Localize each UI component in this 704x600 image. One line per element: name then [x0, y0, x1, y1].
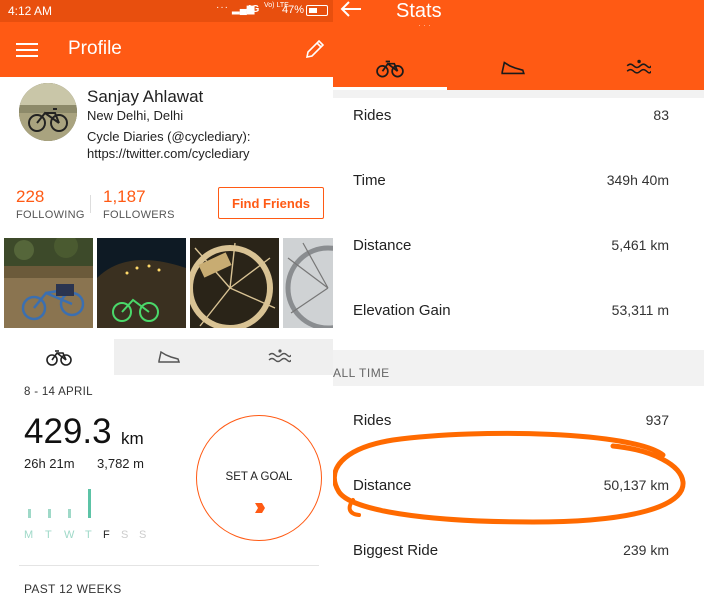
stat-label: Rides [353, 412, 392, 429]
stat-row: Time 349h 40m [333, 150, 704, 215]
past-weeks-heading[interactable]: PAST 12 WEEKS [24, 582, 122, 596]
battery-percent: 47% [282, 4, 305, 16]
back-arrow-icon[interactable] [337, 0, 363, 22]
tab-swim[interactable] [224, 339, 333, 375]
following-label[interactable]: FOLLOWING [16, 209, 85, 221]
stat-row: Rides 83 [333, 85, 704, 150]
athlete-header: Sanjay Ahlawat New Delhi, Delhi Cycle Di… [0, 77, 333, 177]
tab-ride[interactable] [333, 49, 447, 87]
tab-ride[interactable] [4, 339, 114, 375]
week-elevation: 3,782 m [97, 456, 144, 471]
swim-icon [626, 59, 651, 74]
status-bar: 4:12 AM ··· ▂▄▆ 4G Vo) LTE 47% [0, 0, 333, 22]
menu-icon[interactable] [16, 43, 38, 57]
day-bar [88, 489, 91, 518]
athlete-location: New Delhi, Delhi [87, 108, 184, 123]
stat-label: Distance [353, 477, 412, 494]
week-moving-time: 26h 21m [24, 456, 75, 471]
stat-row: Rides 937 [333, 390, 704, 455]
stat-value: 83 [653, 107, 669, 123]
set-goal-label[interactable]: SET A GOAL [196, 471, 322, 483]
activity-type-tabs [4, 339, 333, 375]
day-bar [68, 509, 71, 518]
week-range: 8 - 14 APRIL [24, 386, 93, 398]
following-count[interactable]: 228 [16, 187, 44, 207]
stats-screen: Stats ··· Rides 83 Time 349h 40m Distanc… [333, 0, 704, 600]
edit-pencil-icon[interactable] [303, 37, 327, 61]
photo-thumbnail[interactable] [190, 238, 279, 328]
stat-label: Rides [353, 107, 392, 124]
week-distance-unit: km [121, 429, 144, 448]
photo-thumbnail[interactable] [283, 238, 333, 328]
bike-icon [46, 350, 72, 366]
photo-strip [0, 238, 333, 330]
athlete-bio: Cycle Diaries (@cyclediary): https://twi… [87, 128, 327, 162]
chevron-right-icon[interactable] [254, 502, 266, 514]
tab-run[interactable] [114, 339, 224, 375]
day-label: S [121, 529, 129, 541]
bio-line: Cycle Diaries (@cyclediary): [87, 129, 251, 144]
divider [19, 565, 319, 566]
day-label: F [103, 529, 110, 541]
tab-swim[interactable] [588, 49, 688, 87]
swim-icon [268, 349, 291, 363]
day-label: T [45, 529, 52, 541]
status-time: 4:12 AM [8, 4, 53, 18]
stat-value: 349h 40m [606, 172, 669, 188]
athlete-name: Sanjay Ahlawat [87, 87, 204, 106]
page-title: Profile [68, 38, 122, 59]
followers-label[interactable]: FOLLOWERS [103, 209, 175, 221]
battery-icon [306, 5, 328, 16]
day-bar [48, 509, 51, 518]
overflow-dots: ··· [418, 20, 433, 30]
profile-app-bar: Profile [0, 22, 333, 77]
avatar[interactable] [19, 83, 77, 141]
shoe-icon [158, 350, 181, 363]
find-friends-button[interactable]: Find Friends [218, 187, 324, 219]
weekly-activity-card: 8 - 14 APRIL 429.3 km 26h 21m 3,782 m M … [4, 339, 333, 600]
stat-row: Elevation Gain 53,311 m [333, 280, 704, 345]
stat-divider [90, 195, 91, 213]
day-label: T [85, 529, 92, 541]
day-label: S [139, 529, 147, 541]
photo-thumbnail[interactable] [97, 238, 186, 328]
stat-label: Distance [353, 237, 412, 254]
bio-link[interactable]: https://twitter.com/cyclediary [87, 145, 327, 162]
day-label: M [24, 529, 34, 541]
tab-run[interactable] [463, 49, 563, 87]
stat-label: Time [353, 172, 386, 189]
stat-row: Biggest Ride 239 km [333, 520, 704, 585]
stat-value: 239 km [623, 542, 669, 558]
all-time-heading: ALL TIME [333, 366, 390, 380]
profile-screen: 4:12 AM ··· ▂▄▆ 4G Vo) LTE 47% Profile S… [0, 0, 333, 600]
network-type: 4G [246, 4, 260, 15]
stat-value: 937 [645, 412, 669, 428]
stat-label: Biggest Ride [353, 542, 439, 559]
stat-value: 53,311 m [611, 302, 669, 318]
followers-count[interactable]: 1,187 [103, 187, 146, 207]
stat-row: Distance 5,461 km [333, 215, 704, 280]
day-bar [28, 509, 31, 518]
stat-row: Distance 50,137 km [333, 455, 704, 520]
shoe-icon [501, 61, 525, 75]
stats-app-bar: Stats ··· [333, 0, 704, 90]
stat-value: 50,137 km [603, 477, 669, 493]
stat-value: 5,461 km [611, 237, 669, 253]
notification-dots-icon: ··· [216, 2, 229, 13]
stat-label: Elevation Gain [353, 302, 451, 319]
bike-icon [376, 60, 404, 78]
day-label: W [64, 529, 75, 541]
week-distance: 429.3 [24, 412, 112, 451]
photo-thumbnail[interactable] [4, 238, 93, 328]
